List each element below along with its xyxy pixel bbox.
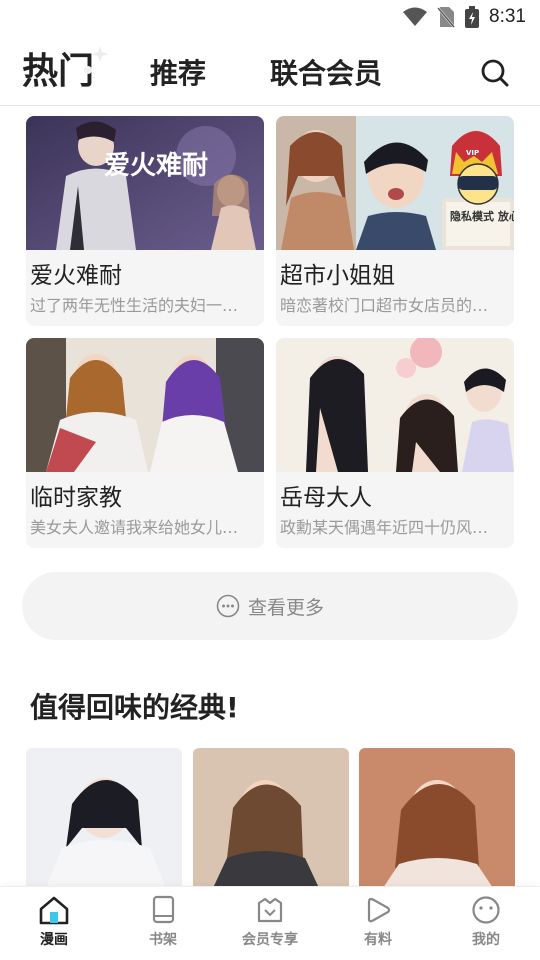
status-time: 8:31 <box>489 6 526 27</box>
comic-cover-logo: 爱火难耐 <box>104 151 208 181</box>
comic-cover <box>276 338 514 472</box>
bottom-nav-feed[interactable]: 有料 <box>338 895 418 949</box>
comic-title: 岳母大人 <box>280 485 372 511</box>
comic-card[interactable]: 爱火难耐 爱火难耐 过了两年无性生活的夫妇一… <box>26 116 264 326</box>
ellipsis-circle-icon <box>216 594 240 618</box>
comic-cover: 爱火难耐 <box>26 116 264 250</box>
house-icon <box>39 896 69 925</box>
smile-icon <box>472 896 500 924</box>
battery-icon <box>465 6 480 28</box>
bottom-nav-me[interactable]: 我的 <box>446 895 526 949</box>
comic-title: 超市小姐姐 <box>280 263 395 289</box>
comic-card[interactable]: 临时家教 美女夫人邀请我来给她女儿… <box>26 338 264 548</box>
comic-cover: VIP 隐私模式 放心看 <box>276 116 514 250</box>
bottom-nav-vip[interactable]: 会员专享 <box>230 895 310 949</box>
svg-text:VIP: VIP <box>466 149 479 157</box>
wifi-icon <box>403 7 428 26</box>
comic-desc: 政勳某天偶遇年近四十仍风… <box>280 518 489 537</box>
comic-cover <box>26 338 264 472</box>
book-icon <box>152 895 175 924</box>
privacy-mode-badge: VIP 隐私模式 放心看 <box>442 149 514 250</box>
crown-icon <box>257 897 283 923</box>
comic-desc: 美女夫人邀请我来给她女儿… <box>30 518 239 537</box>
tab-joint-membership[interactable]: 联合会员 <box>270 52 382 92</box>
view-more-button[interactable]: 查看更多 <box>22 572 518 640</box>
comic-card[interactable]: 岳母大人 政勳某天偶遇年近四十仍风… <box>276 338 514 548</box>
bottom-nav: 漫画 书架 会员专享 有料 我的 <box>0 886 540 960</box>
tab-recommend[interactable]: 推荐 <box>150 52 206 92</box>
view-more-label: 查看更多 <box>247 596 324 619</box>
status-bar: 8:31 <box>0 0 540 36</box>
comic-title: 爱火难耐 <box>30 263 122 289</box>
play-icon <box>367 897 391 923</box>
bottom-nav-bookshelf[interactable]: 书架 <box>123 895 203 949</box>
classic-comic-cover[interactable] <box>359 748 515 888</box>
top-nav: 热门 推荐 联合会员 <box>0 36 540 106</box>
bottom-nav-comics[interactable]: 漫画 <box>14 895 94 949</box>
comic-card[interactable]: VIP 隐私模式 放心看 超市小姐姐 暗恋著校门口超市女店员的… <box>276 116 514 326</box>
no-sim-icon <box>437 7 455 28</box>
sparkle-decoration-icon <box>84 46 108 74</box>
comic-desc: 过了两年无性生活的夫妇一… <box>30 296 239 315</box>
classics-row <box>26 748 516 888</box>
search-icon[interactable] <box>480 58 510 88</box>
svg-text:隐私模式 放心看: 隐私模式 放心看 <box>450 209 514 223</box>
classic-comic-cover[interactable] <box>26 748 182 888</box>
comic-desc: 暗恋著校门口超市女店员的… <box>280 296 489 315</box>
section-title: 值得回味的经典! <box>30 691 239 724</box>
classic-comic-cover[interactable] <box>193 748 349 888</box>
comic-title: 临时家教 <box>30 485 122 511</box>
